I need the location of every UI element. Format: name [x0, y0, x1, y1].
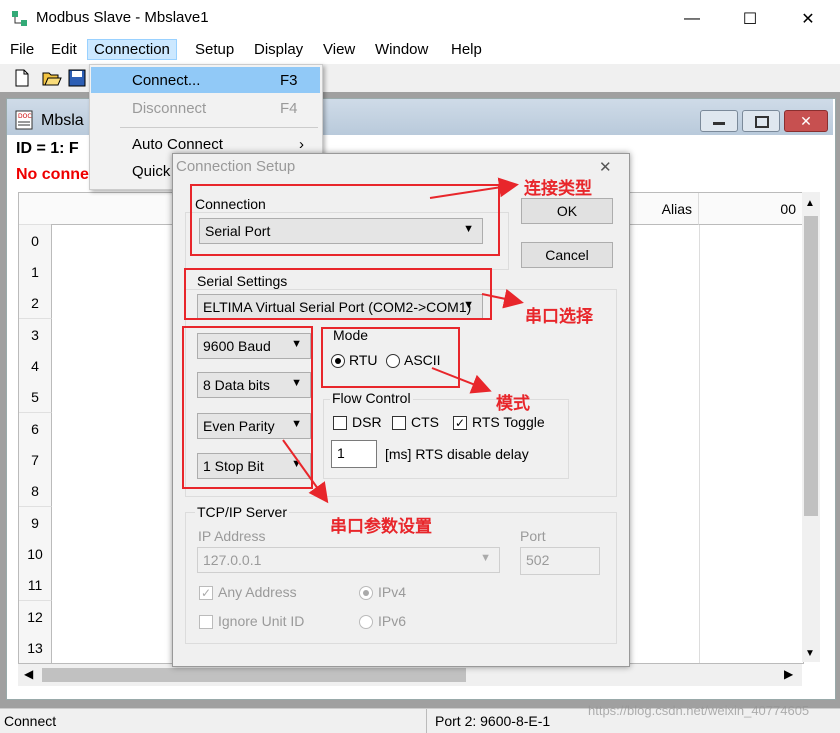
arrow-serial-port	[481, 288, 524, 309]
arrow-mode	[431, 367, 492, 394]
annotation-mode: 模式	[496, 394, 530, 413]
annotation-connection-type: 连接类型	[524, 179, 592, 198]
arrow-serial-params	[282, 439, 329, 504]
annotation-serial-params: 串口参数设置	[330, 517, 432, 536]
annotation-arrows	[282, 177, 524, 504]
annotation-port-select: 串口选择	[525, 307, 593, 326]
arrow-connection	[429, 177, 519, 199]
